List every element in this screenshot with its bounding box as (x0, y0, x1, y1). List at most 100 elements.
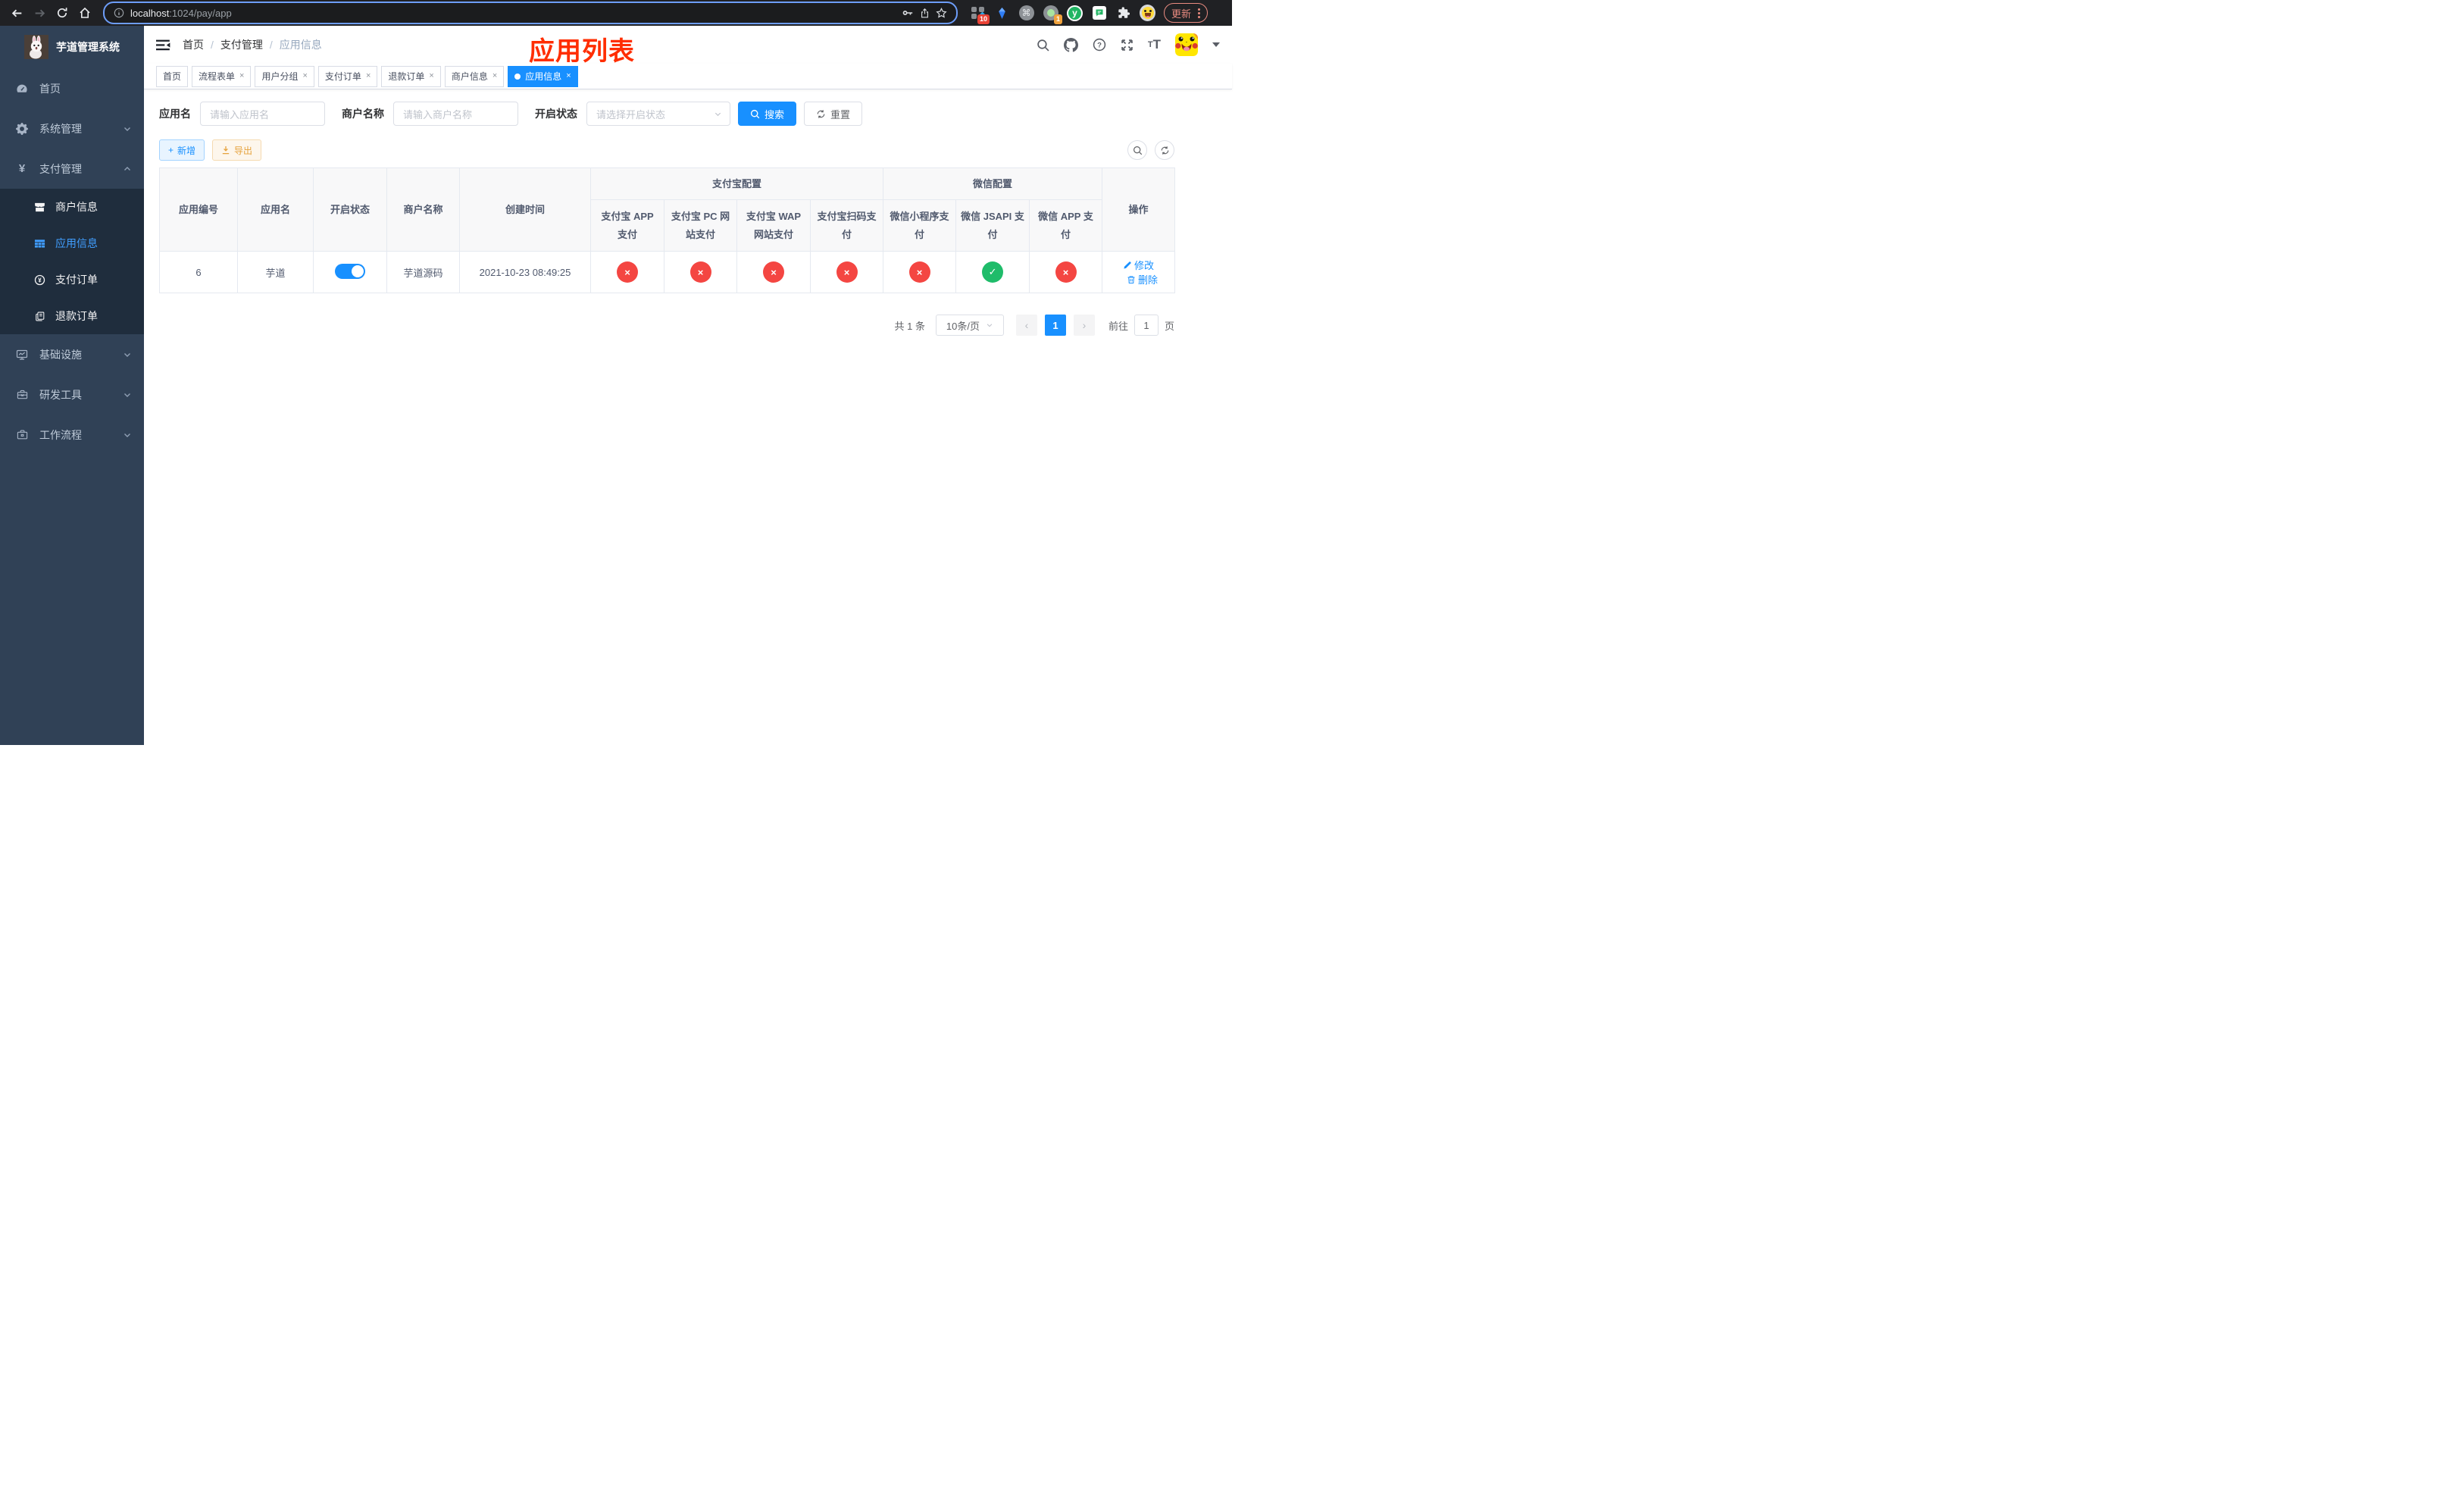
breadcrumb-home[interactable]: 首页 (183, 37, 204, 52)
close-icon[interactable]: × (239, 72, 244, 80)
merchant-name-input[interactable]: 请输入商户名称 (393, 102, 518, 126)
sidebar-item-dev-tools[interactable]: 研发工具 (0, 374, 144, 415)
browser-forward-button[interactable] (29, 2, 50, 23)
close-icon[interactable]: × (429, 72, 433, 80)
sidebar-item-infrastructure[interactable]: 基础设施 (0, 334, 144, 374)
close-icon[interactable]: × (302, 72, 307, 80)
sidebar-item-home[interactable]: 首页 (0, 68, 144, 108)
refund-doc-icon (33, 311, 46, 322)
delete-link[interactable]: 删除 (1127, 272, 1158, 286)
browser-home-button[interactable] (74, 2, 95, 23)
extension-y-icon[interactable]: y (1067, 5, 1083, 21)
search-icon (1133, 146, 1142, 155)
search-button[interactable]: 搜索 (738, 102, 797, 126)
chevron-up-icon (123, 164, 132, 174)
svg-text:?: ? (1097, 42, 1102, 50)
payment-submenu: 商户信息 应用信息 ¥ 支付订单 退款订单 (0, 189, 144, 334)
sidebar-menu: 首页 系统管理 ¥ 支付管理 商户信息 应用信息 ¥ 支付订单 退款订单 基础设… (0, 68, 144, 455)
header-search-icon[interactable] (1037, 39, 1049, 52)
prev-page-button[interactable]: ‹ (1015, 315, 1037, 337)
update-label: 更新 (1171, 8, 1192, 20)
extension-recorder-icon[interactable]: 1 (1043, 5, 1062, 24)
column-header: 创建时间 (459, 167, 591, 252)
user-avatar[interactable] (1175, 33, 1198, 56)
close-icon[interactable]: × (366, 72, 371, 80)
sidebar-collapse-icon[interactable] (156, 38, 170, 52)
tab-user-group[interactable]: 用户分组 × (255, 65, 314, 87)
shop-icon (33, 202, 46, 213)
enabled-toggle[interactable] (335, 263, 365, 279)
sidebar-item-app-info[interactable]: 应用信息 (0, 225, 144, 261)
status-badge: × (836, 261, 858, 283)
refresh-table-button[interactable] (1155, 140, 1174, 160)
reset-button[interactable]: 重置 (804, 102, 863, 126)
share-icon[interactable] (920, 8, 930, 19)
browser-reload-button[interactable] (52, 2, 73, 23)
tab-home[interactable]: 首页 (156, 65, 189, 87)
dashboard-icon (15, 83, 29, 95)
tags-view-bar: 首页 流程表单 × 用户分组 × 支付订单 × 退款订单 × 商户信息 × 应用信息 × (144, 64, 1232, 89)
app-title: 芋道管理系统 (56, 41, 120, 53)
sidebar-item-merchant-info[interactable]: 商户信息 (0, 189, 144, 225)
toggle-search-button[interactable] (1127, 140, 1147, 160)
github-icon[interactable] (1063, 37, 1078, 52)
plus-icon: + (168, 145, 174, 155)
sidebar-item-label: 支付订单 (55, 274, 98, 286)
sidebar-item-label: 支付管理 (39, 162, 82, 175)
page-size-select[interactable]: 10条/页 (935, 315, 1004, 337)
page-annotation: 应用列表 (529, 37, 635, 66)
profile-avatar-icon[interactable] (1140, 5, 1155, 21)
tab-refund-order[interactable]: 退款订单 × (381, 65, 441, 87)
export-button[interactable]: 导出 (212, 139, 262, 161)
close-icon[interactable]: × (566, 72, 571, 80)
breadcrumb-payment[interactable]: 支付管理 (220, 37, 263, 52)
extension-grid-icon[interactable]: 10 (970, 5, 990, 24)
extension-command-icon[interactable]: ⌘ (1018, 5, 1034, 21)
sidebar-item-refund-order[interactable]: 退款订单 (0, 298, 144, 334)
app-name-input[interactable]: 请输入应用名 (200, 102, 325, 126)
column-header: 支付宝扫码支付 (809, 199, 884, 252)
fullscreen-icon[interactable] (1121, 39, 1134, 52)
sidebar: 芋道管理系统 首页 系统管理 ¥ 支付管理 商户信息 应用信息 ¥ 支付订单 退… (0, 26, 144, 745)
app-logo[interactable]: 芋道管理系统 (0, 26, 144, 68)
extensions-puzzle-icon[interactable] (1115, 5, 1131, 21)
password-key-icon[interactable] (902, 7, 914, 19)
close-icon[interactable]: × (492, 72, 497, 80)
page-1-button[interactable]: 1 (1044, 315, 1066, 337)
address-bar[interactable]: localhost:1024/pay/app (103, 2, 958, 24)
column-header: 开启状态 (313, 167, 387, 252)
font-size-icon[interactable]: TT (1148, 37, 1161, 52)
help-icon[interactable]: ? (1093, 38, 1106, 52)
sidebar-item-label: 研发工具 (39, 388, 82, 401)
tab-pay-order[interactable]: 支付订单 × (317, 65, 378, 87)
add-button[interactable]: + 新增 (159, 139, 205, 161)
bookmark-star-icon[interactable] (936, 7, 947, 19)
tab-app-info[interactable]: 应用信息 × (508, 65, 578, 87)
browser-update-menu[interactable]: 更新 (1164, 3, 1209, 23)
sidebar-item-label: 基础设施 (39, 348, 82, 361)
search-form: 应用名 请输入应用名 商户名称 请输入商户名称 开启状态 请选择开启状态 搜索 … (159, 102, 1174, 126)
page-content: 应用名 请输入应用名 商户名称 请输入商户名称 开启状态 请选择开启状态 搜索 … (144, 89, 1176, 337)
browser-back-button[interactable] (6, 2, 27, 23)
sidebar-item-system[interactable]: 系统管理 (0, 108, 144, 149)
sidebar-item-pay-order[interactable]: ¥ 支付订单 (0, 261, 144, 298)
group-header-alipay: 支付宝配置 (589, 167, 884, 201)
monitor-icon (15, 349, 29, 361)
edit-link[interactable]: 修改 (1123, 258, 1154, 272)
url-text: localhost:1024/pay/app (130, 7, 232, 19)
next-page-button[interactable]: › (1073, 315, 1095, 337)
extension-gem-icon[interactable] (994, 5, 1010, 21)
sidebar-item-payment[interactable]: ¥ 支付管理 (0, 149, 144, 189)
refresh-icon (1161, 146, 1168, 155)
sidebar-item-workflow[interactable]: 工作流程 (0, 415, 144, 455)
extension-chat-icon[interactable] (1091, 5, 1107, 21)
status-select[interactable]: 请选择开启状态 (586, 102, 730, 126)
site-info-icon[interactable] (114, 8, 124, 18)
goto-page-input[interactable]: 1 (1134, 315, 1159, 337)
tab-process-form[interactable]: 流程表单 × (192, 65, 252, 87)
reload-icon (57, 8, 67, 18)
tab-merchant-info[interactable]: 商户信息 × (444, 65, 505, 87)
column-header: 微信 JSAPI 支付 (955, 199, 1030, 252)
avatar-dropdown-caret-icon[interactable] (1212, 42, 1220, 47)
back-icon (11, 9, 21, 17)
